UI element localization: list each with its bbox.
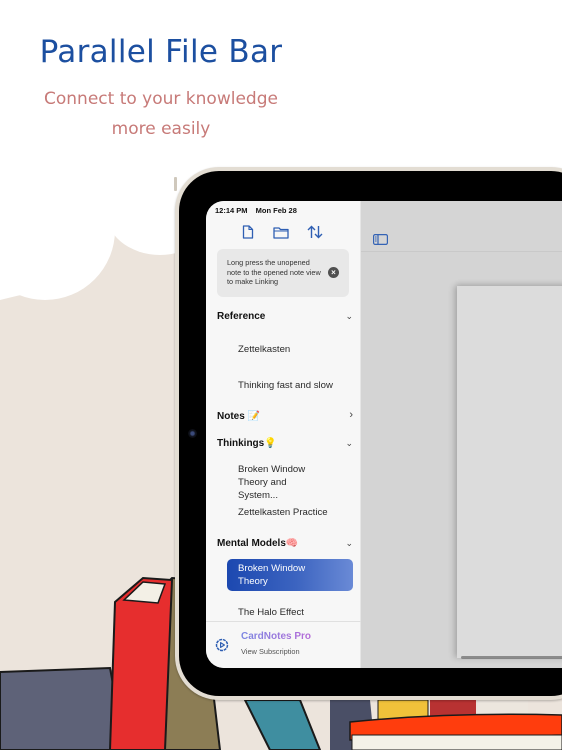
chevron-right-icon: › [349, 409, 353, 421]
group-label: Notes 📝 [217, 411, 261, 422]
linking-tip-banner: Long press the unopened note to the open… [217, 249, 349, 297]
volume-button [174, 177, 177, 191]
white-block [478, 700, 528, 715]
red-block [430, 700, 476, 718]
sidebar-toggle-icon[interactable] [373, 234, 388, 245]
editor-area: •• [361, 201, 562, 668]
ipad-device: 12:14 PM Mon Feb 28 Long press the unope… [174, 167, 562, 700]
book-pages [122, 581, 167, 604]
app-screen: 12:14 PM Mon Feb 28 Long press the unope… [206, 201, 562, 668]
cloud-bump [0, 160, 115, 300]
note-item-selected[interactable]: Broken Window Theory [227, 559, 353, 591]
subscription-icon[interactable] [215, 638, 229, 652]
device-bezel: 12:14 PM Mon Feb 28 Long press the unope… [179, 171, 562, 696]
chevron-down-icon: ⌄ [345, 538, 353, 548]
cream-book [351, 734, 562, 750]
group-reference[interactable]: Reference ⌄ [217, 311, 353, 327]
red-book [108, 576, 174, 750]
subscription-title[interactable]: CardNotes Pro [241, 631, 311, 642]
group-label: Thinkings💡 [217, 438, 277, 449]
sidebar-divider [206, 621, 361, 622]
couch [0, 666, 127, 750]
editor-toolbar: •• [361, 201, 562, 252]
promo-title: Parallel File Bar [39, 34, 283, 70]
note-item[interactable]: Zettelkasten [238, 343, 353, 356]
file-sidebar: 12:14 PM Mon Feb 28 Long press the unope… [206, 201, 361, 668]
status-time: 12:14 PM [215, 206, 248, 215]
promo-subtitle-line: Connect to your knowledge [44, 89, 278, 109]
note-item[interactable]: Thinking fast and slow [238, 379, 353, 392]
navy-shape [330, 700, 375, 750]
sort-icon [307, 225, 323, 239]
note-item[interactable]: Broken Window Theory and System... [238, 463, 328, 502]
close-tip-button[interactable]: × [328, 267, 339, 278]
promo-subtitle: Connect to your knowledge more easily [0, 84, 322, 144]
new-note-icon [242, 225, 254, 239]
tip-text: Long press the unopened note to the open… [227, 258, 321, 287]
chevron-down-icon: ⌄ [345, 438, 353, 448]
orange-book [349, 713, 562, 741]
note-item[interactable]: Zettelkasten Practice [238, 506, 353, 519]
note-item[interactable]: The Halo Effect [238, 606, 353, 619]
group-label: Reference [217, 311, 266, 322]
page-scroll-indicator [461, 656, 562, 659]
group-notes[interactable]: Notes 📝 › [217, 409, 353, 427]
new-folder-button[interactable] [271, 223, 291, 241]
yellow-block [377, 699, 429, 721]
status-bar: 12:14 PM Mon Feb 28 [215, 206, 303, 215]
new-note-button[interactable] [238, 223, 258, 241]
close-circle-icon: × [331, 268, 336, 277]
sidebar-toolbar [206, 221, 361, 243]
status-date: Mon Feb 28 [255, 206, 297, 215]
view-subscription-link[interactable]: View Subscription [241, 647, 300, 656]
group-mental-models[interactable]: Mental Models🧠 ⌄ [217, 538, 353, 554]
promo-subtitle-line: more easily [111, 119, 211, 139]
teal-shape [243, 699, 322, 750]
sort-button[interactable] [305, 223, 325, 241]
group-thinkings[interactable]: Thinkings💡 ⌄ [217, 438, 353, 454]
front-camera [188, 429, 197, 438]
note-page-canvas[interactable] [457, 286, 562, 658]
chevron-down-icon: ⌄ [345, 311, 353, 321]
group-label: Mental Models🧠 [217, 538, 299, 549]
folder-icon [273, 226, 289, 239]
